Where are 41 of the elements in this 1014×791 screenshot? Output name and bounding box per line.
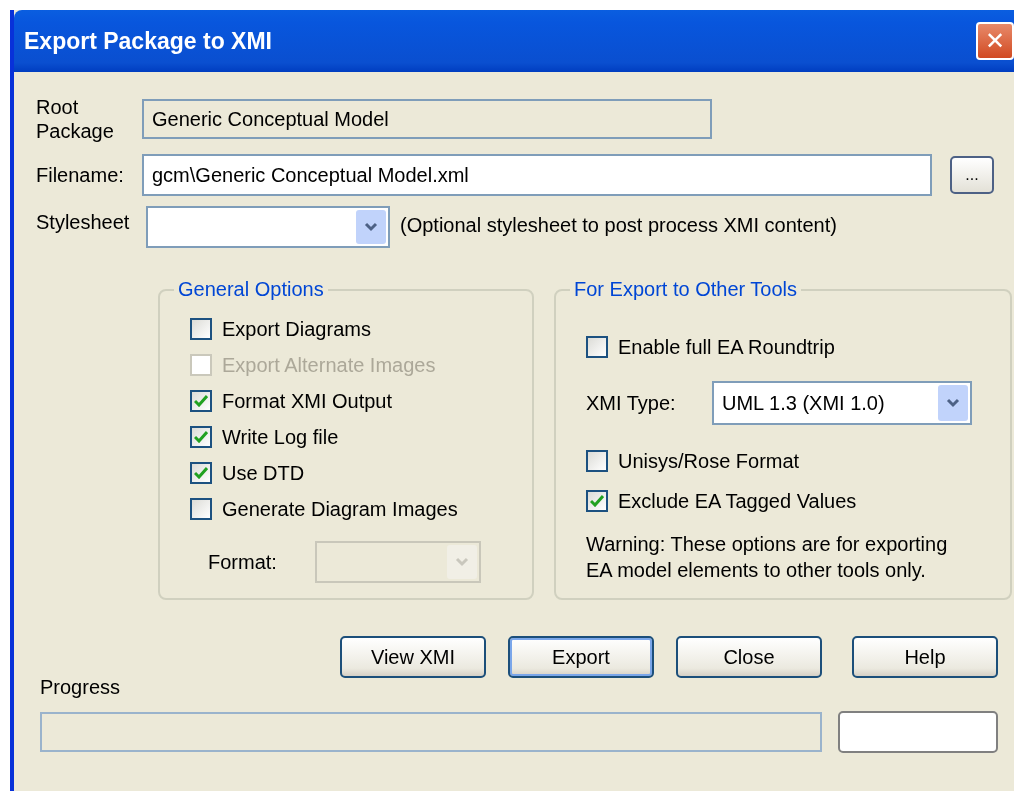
root-package-field: Generic Conceptual Model xyxy=(142,99,712,139)
checkbox-label: Write Log file xyxy=(222,425,339,449)
checkbox-label: Export Diagrams xyxy=(222,317,371,341)
xmi-type-label: XMI Type: xyxy=(586,391,676,415)
checkmark-icon xyxy=(590,495,604,507)
checkbox-label: Export Alternate Images xyxy=(222,353,436,377)
checkbox[interactable] xyxy=(190,318,212,340)
checkbox[interactable] xyxy=(586,336,608,358)
dialog-button[interactable]: Close xyxy=(676,636,822,678)
format-label: Format: xyxy=(208,550,277,574)
progress-label: Progress xyxy=(40,676,122,699)
checkbox[interactable] xyxy=(190,426,212,448)
checkmark-icon xyxy=(194,395,208,407)
checkbox-label: Enable full EA Roundtrip xyxy=(618,335,835,359)
checkbox[interactable] xyxy=(586,490,608,512)
checkbox[interactable] xyxy=(190,390,212,412)
xmi-type-dropdown[interactable]: UML 1.3 (XMI 1.0) xyxy=(712,381,972,425)
field-label: Stylesheet xyxy=(36,210,131,234)
checkbox-label: Exclude EA Tagged Values xyxy=(618,489,857,513)
group-title: General Options xyxy=(177,278,325,301)
checkbox-label: Generate Diagram Images xyxy=(222,497,458,521)
checkbox[interactable] xyxy=(190,498,212,520)
filename-field[interactable]: gcm\Generic Conceptual Model.xml xyxy=(142,154,932,196)
window-title: Export Package to XMI xyxy=(24,27,272,55)
group-title: For Export to Other Tools xyxy=(573,278,799,301)
checkbox-label: Format XMI Output xyxy=(222,389,393,413)
checkmark-icon xyxy=(194,467,208,479)
stylesheet-dropdown[interactable] xyxy=(146,206,390,248)
dialog-button[interactable]: Export xyxy=(508,636,654,678)
checkbox[interactable] xyxy=(190,462,212,484)
field-label: Filename: xyxy=(36,163,125,187)
checkbox-label: Use DTD xyxy=(222,461,305,485)
checkbox[interactable] xyxy=(586,450,608,472)
dialog-button[interactable]: View XMI xyxy=(340,636,486,678)
checkbox-label: Unisys/Rose Format xyxy=(618,449,800,473)
dialog-button[interactable]: Help xyxy=(852,636,998,678)
warning-text: Warning: These options are for exporting EA model elements to other tools only. xyxy=(586,532,949,583)
stylesheet-hint: (Optional stylesheet to post process XMI content) xyxy=(400,213,837,237)
checkmark-icon xyxy=(194,431,208,443)
field-label: Root Package xyxy=(36,95,115,143)
browse-button[interactable]: ... xyxy=(950,156,994,194)
